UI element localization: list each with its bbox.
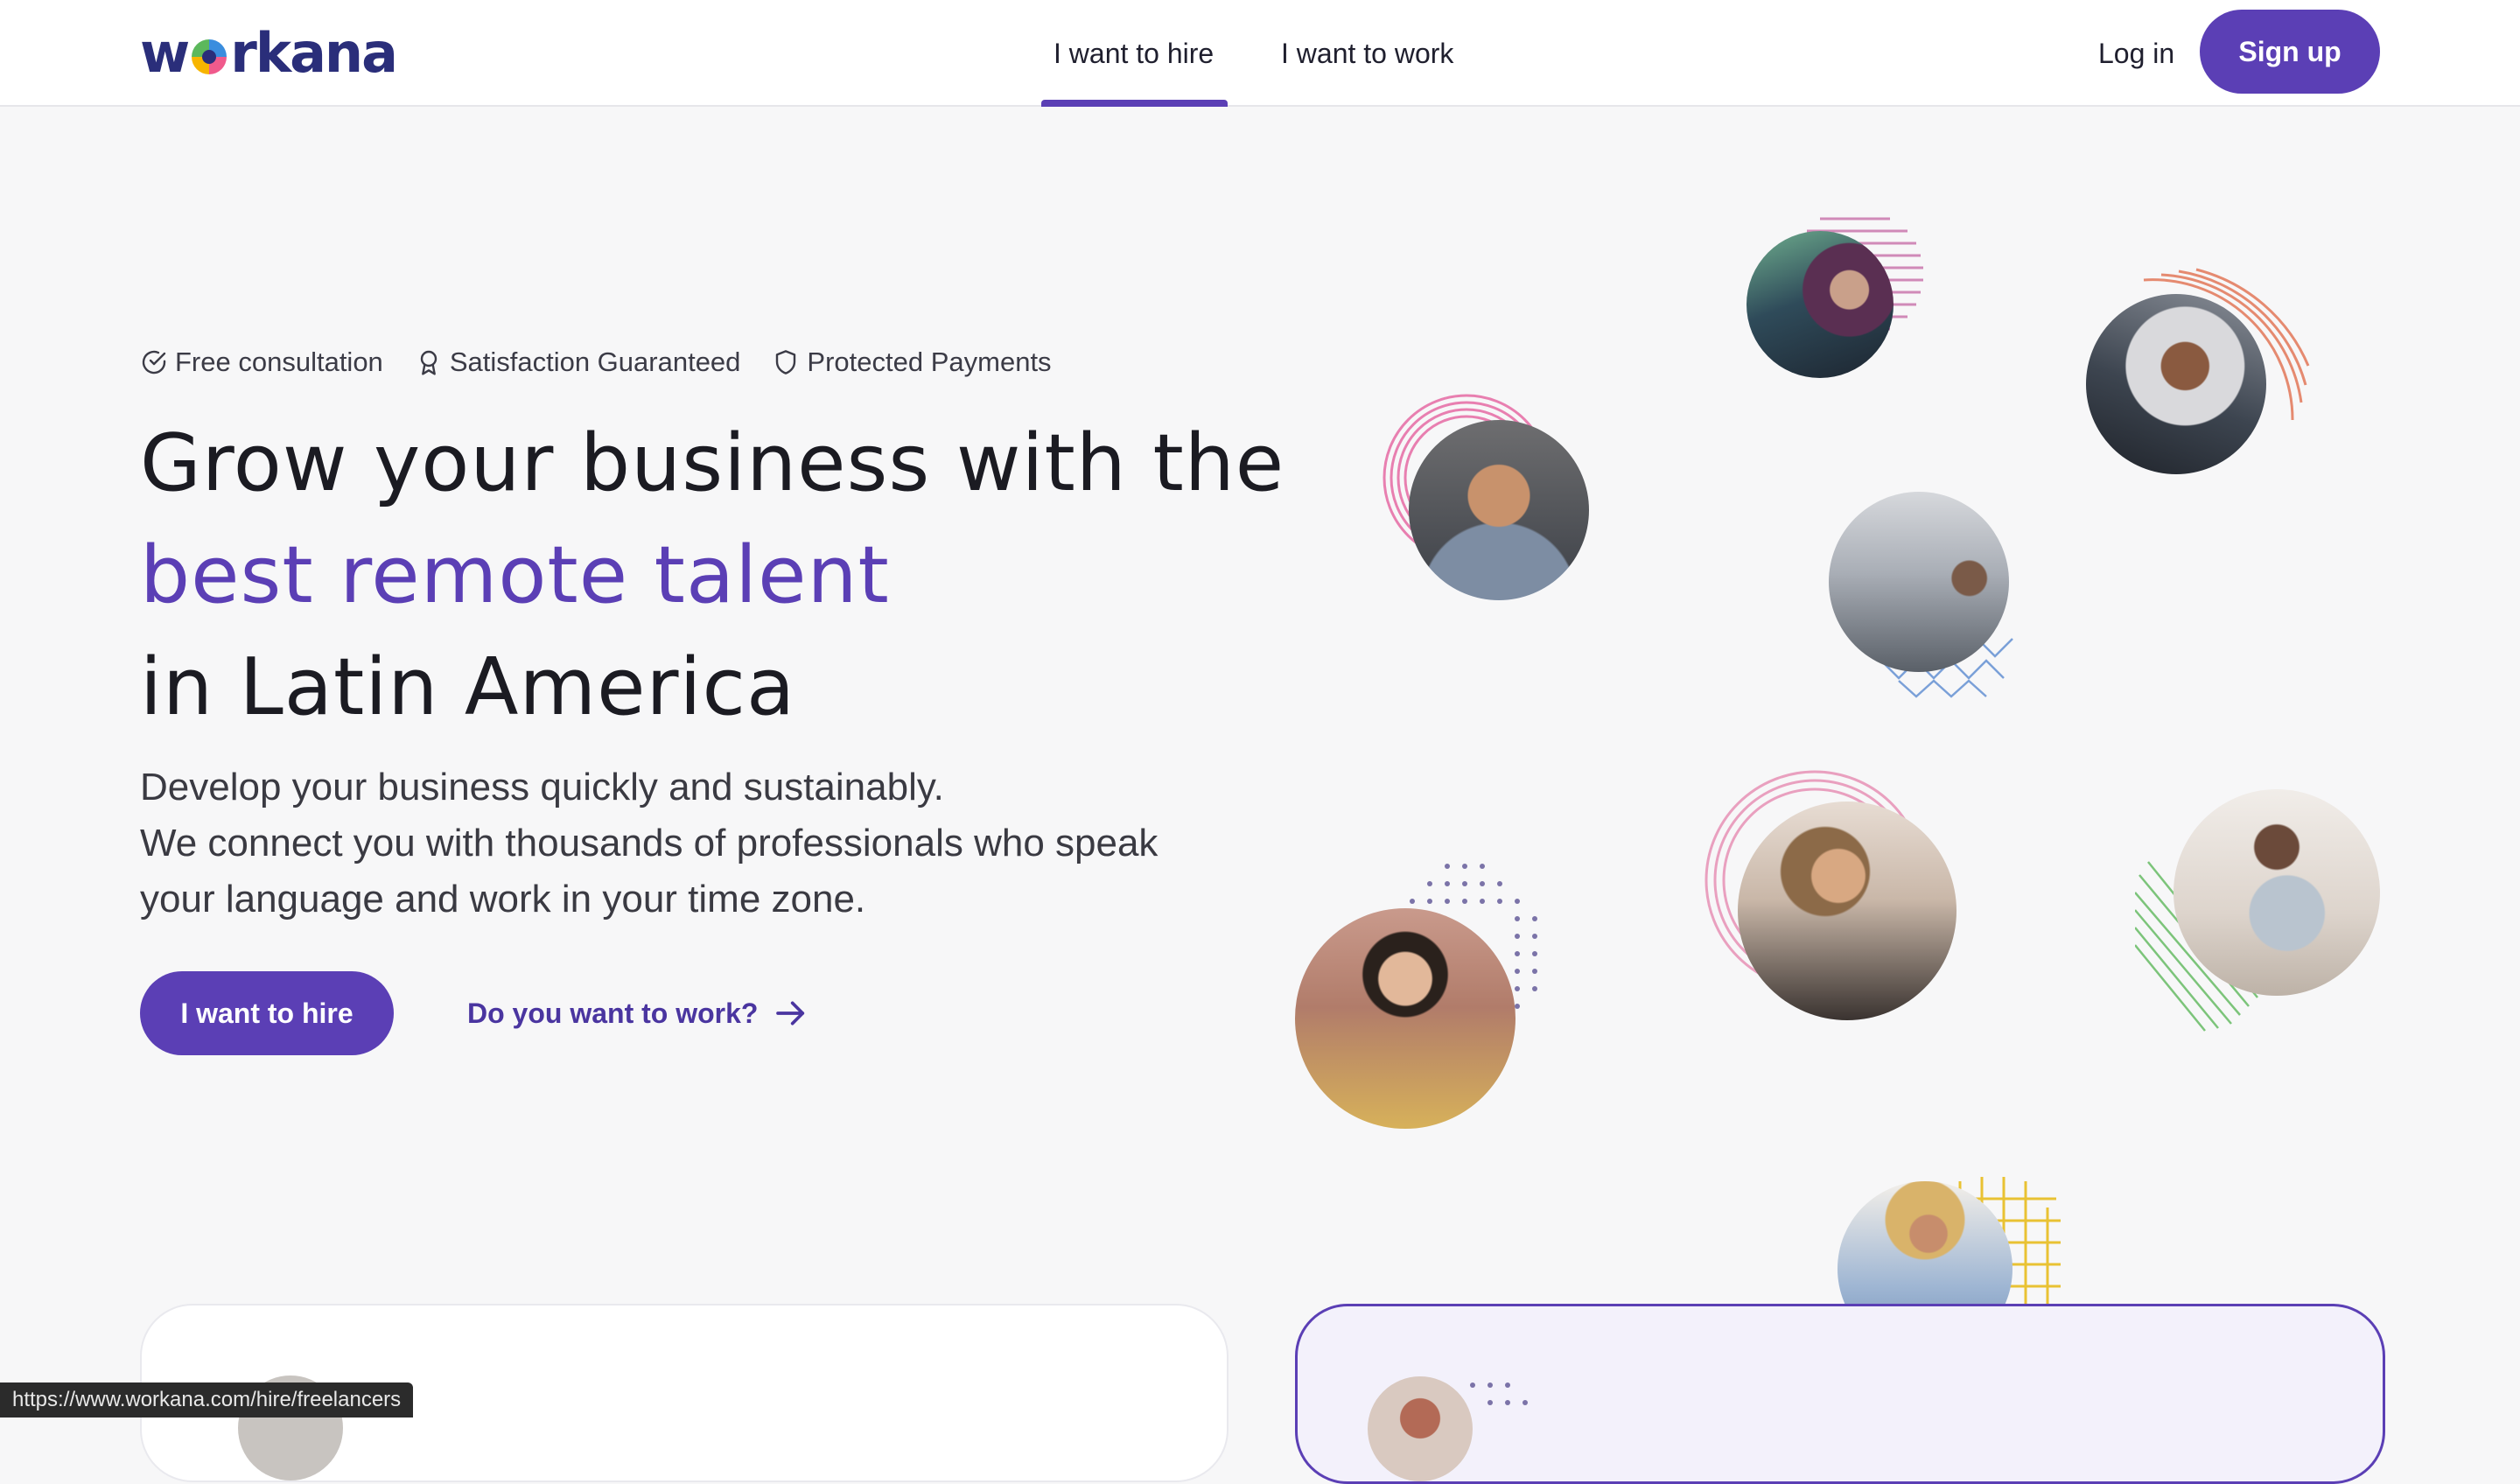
badge-protected-payments: Protected Payments xyxy=(772,346,1052,378)
trust-badges: Free consultation Satisfaction Guarantee… xyxy=(140,346,1083,378)
shield-icon xyxy=(776,350,796,374)
logo-o-mark xyxy=(192,39,228,74)
headline-accent: best remote talent xyxy=(140,529,890,621)
i-want-to-hire-button[interactable]: I want to hire xyxy=(140,971,394,1055)
work-card xyxy=(1295,1304,2385,1484)
do-you-want-to-work-link[interactable]: Do you want to work? xyxy=(467,971,808,1055)
freelancer-photo xyxy=(2174,789,2380,996)
award-ribbon-icon xyxy=(420,350,438,375)
badge-label: Protected Payments xyxy=(807,346,1052,377)
check-circle-icon xyxy=(142,350,166,374)
freelancer-photo xyxy=(2086,294,2266,474)
logo-text: w xyxy=(140,20,190,85)
tab-i-want-to-hire[interactable]: I want to hire xyxy=(1040,0,1228,107)
card-avatar xyxy=(1368,1376,1473,1481)
hero-subtitle: Develop your business quickly and sustai… xyxy=(140,760,1278,928)
badge-label: Free consultation xyxy=(175,346,383,377)
cta-work-label: Do you want to work? xyxy=(467,997,759,1029)
badge-label: Satisfaction Guaranteed xyxy=(449,346,741,377)
logo-text-rest: rkana xyxy=(230,20,398,85)
freelancer-photo xyxy=(1738,802,1956,1020)
freelancer-photo xyxy=(1409,420,1589,600)
signup-button[interactable]: Sign up xyxy=(2200,10,2380,94)
tab-label: I want to work xyxy=(1281,37,1454,69)
badge-satisfaction: Satisfaction Guaranteed xyxy=(415,346,741,378)
workana-logo[interactable]: w rkana xyxy=(140,19,398,86)
headline-line-1: Grow your business with the xyxy=(140,417,1285,509)
subtitle-line-3: your language and work in your time zone… xyxy=(140,878,866,920)
freelancer-photo xyxy=(1295,908,1516,1129)
link-preview-statusbar: https://www.workana.com/hire/freelancers xyxy=(0,1382,414,1418)
tab-label: I want to hire xyxy=(1054,37,1214,69)
freelancer-photo xyxy=(1829,492,2009,672)
login-link[interactable]: Log in xyxy=(2098,0,2174,107)
arrow-right-icon xyxy=(776,1001,805,1026)
freelancer-photo xyxy=(1746,231,1894,378)
tab-i-want-to-work[interactable]: I want to work xyxy=(1281,0,1453,107)
subtitle-line-1: Develop your business quickly and sustai… xyxy=(140,766,944,808)
subtitle-line-2: We connect you with thousands of profess… xyxy=(140,822,1158,864)
badge-free-consultation: Free consultation xyxy=(140,346,383,378)
hero-headline: Grow your business with the best remote … xyxy=(140,408,1284,744)
top-navbar: w rkana I want to hire I want to work Log… xyxy=(0,0,2520,107)
dot-grid-decoration xyxy=(1470,1382,1528,1405)
headline-line-3: in Latin America xyxy=(140,641,796,733)
